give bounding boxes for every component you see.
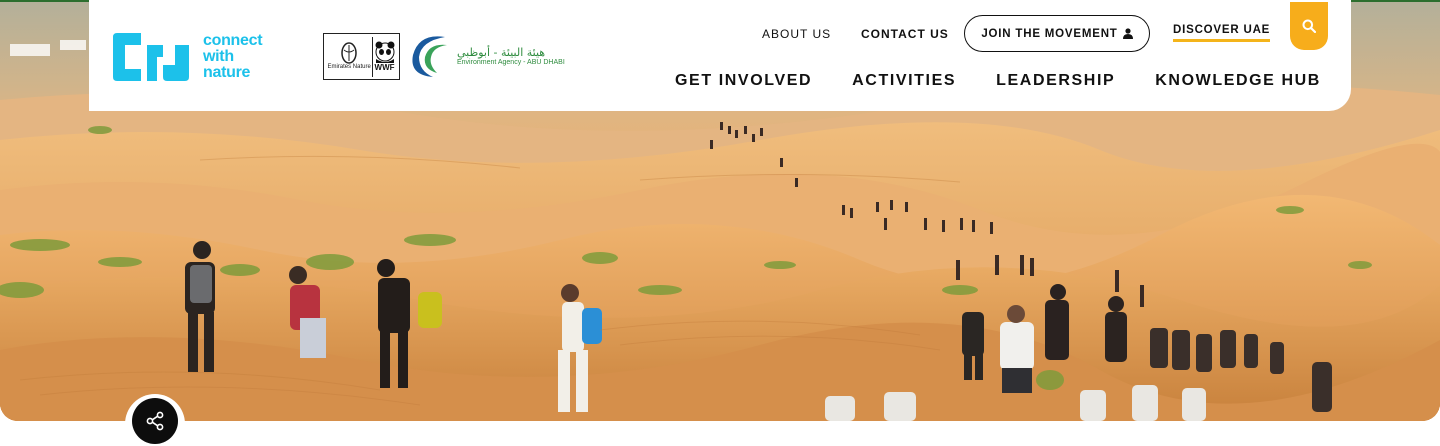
logo-mark-icon [113,33,189,81]
user-icon [1122,28,1133,39]
site-header: connect with nature Emirates Nature WWF … [89,0,1351,111]
search-icon [1302,19,1316,33]
nav-activities[interactable]: ACTIVITIES [852,72,956,90]
emirates-nature-wwf-logo[interactable]: Emirates Nature WWF [323,33,400,80]
environment-agency-wordmark: هيئة البيئة - أبوظبي Environment Agency … [457,46,565,66]
environment-agency-logo[interactable]: هيئة البيئة - أبوظبي Environment Agency … [407,30,571,82]
environment-agency-english: Environment Agency - ABU DHABI [457,59,565,66]
about-us-link[interactable]: ABOUT US [762,15,831,52]
main-navigation: GET INVOLVED ACTIVITIES LEADERSHIP KNOWL… [675,72,1361,90]
nav-knowledge-hub[interactable]: KNOWLEDGE HUB [1155,72,1321,90]
nav-get-involved[interactable]: GET INVOLVED [675,72,812,90]
page: connect with nature Emirates Nature WWF … [0,0,1440,446]
environment-agency-emblem-icon [412,36,447,77]
nav-leadership[interactable]: LEADERSHIP [996,72,1115,90]
logo-line-2: with [203,48,234,65]
logo-wordmark: connect with nature [203,32,263,81]
logo-line-3: nature [203,64,251,81]
logo-line-1: connect [203,32,263,49]
join-the-movement-label: JOIN THE MOVEMENT [981,27,1118,40]
share-icon [146,411,164,431]
panda-icon [375,41,395,63]
emirates-nature-emblem-icon [341,42,357,64]
share-button[interactable] [132,398,178,444]
wwf-label: WWF [374,63,395,72]
discover-uae-link[interactable]: DISCOVER UAE [1173,24,1271,42]
environment-agency-arabic: هيئة البيئة - أبوظبي [457,46,546,59]
search-button[interactable] [1290,2,1328,50]
wwf-mark: WWF [374,41,396,72]
connect-with-nature-logo[interactable]: connect with nature [111,28,301,86]
emirates-nature-mark: Emirates Nature [327,42,371,71]
contact-us-link[interactable]: CONTACT US [861,15,949,52]
join-the-movement-button[interactable]: JOIN THE MOVEMENT [964,15,1150,52]
emirates-nature-label: Emirates Nature [327,64,371,70]
partner-divider [371,36,373,77]
